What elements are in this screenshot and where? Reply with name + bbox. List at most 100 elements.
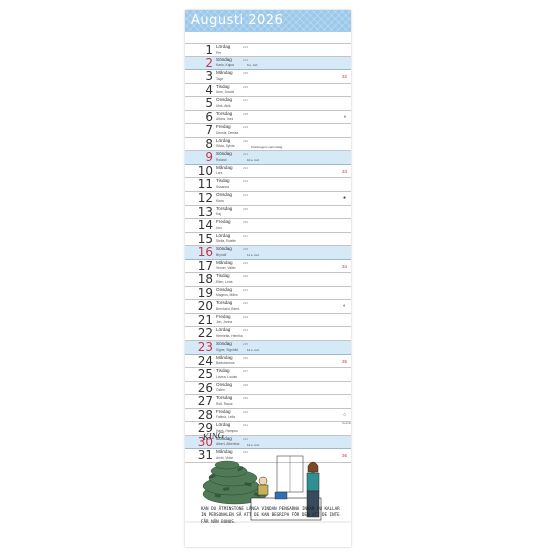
- weekday-label: Tisdag: [216, 368, 230, 374]
- day-of-year: 238: [243, 382, 249, 387]
- name-day-names: Silvia, Sylvia: [216, 144, 235, 149]
- name-day-names: Susanna: [216, 184, 230, 189]
- day-number: 27: [197, 394, 213, 409]
- week-number: 33: [341, 168, 347, 174]
- weekday-label: Fredag: [216, 313, 231, 319]
- day-number: 6: [205, 109, 213, 124]
- weekday-label: Fredag: [216, 219, 231, 225]
- weekday-label: Torsdag: [216, 205, 233, 211]
- weekday-label: Fredag: [216, 124, 231, 130]
- week-number: 34: [341, 263, 347, 269]
- name-day-names: Dennis, Denise: [216, 130, 239, 135]
- weekday-label: Fredag: [216, 408, 231, 414]
- name-day-names: Per: [216, 50, 222, 55]
- money-pile-icon: [202, 460, 268, 505]
- day-row: 3 Måndag 215 Tage 32: [185, 69, 351, 84]
- day-row: 17 Måndag 229 Verner, Valter 34: [185, 258, 351, 274]
- moon-phase-icon: ○: [342, 411, 346, 418]
- calendar-page: Augusti 2026 1 Lördag 213 Per 2 Söndag 214 Karl…: [185, 10, 351, 547]
- name-day-names: Tage: [216, 76, 224, 81]
- day-list: 1 Lördag 213 Per 2 Söndag 214 Karlo, Kajsa 9 e. …: [185, 43, 351, 463]
- day-of-year: 216: [243, 84, 249, 89]
- day-row: 8 Lördag 220 Silvia, Sylvia Kristinegens nam…: [185, 136, 351, 152]
- day-number: 19: [197, 285, 213, 300]
- day-number: 8: [205, 136, 213, 151]
- name-day-names: Fatima, Leila: [216, 415, 235, 420]
- day-row: 2 Söndag 214 Karlo, Kajsa 9 e. tref.: [185, 56, 351, 71]
- day-row: 14 Fredag 226 Uno: [185, 218, 351, 233]
- weekday-label: Tisdag: [216, 83, 230, 89]
- cartoon-illustration: KING: [185, 430, 351, 523]
- month-header: Augusti 2026: [185, 10, 351, 32]
- day-note: 10 e. tref.: [247, 158, 260, 163]
- weekday-label: Torsdag: [216, 395, 233, 401]
- day-number: 28: [197, 407, 213, 422]
- cartoon-signature: KING: [201, 430, 225, 442]
- name-day-names: Lovisa, Louise: [216, 374, 238, 379]
- day-note: 9 e. tref.: [247, 63, 259, 68]
- day-number: 7: [205, 123, 213, 138]
- day-number: 4: [205, 82, 213, 97]
- name-day-names: Lars: [216, 171, 223, 176]
- man-figure-icon: [257, 476, 269, 496]
- day-row: 18 Tisdag 230 Ellen, Lena: [185, 272, 351, 287]
- weekday-label: Söndag: [216, 341, 232, 347]
- name-day-names: Ulrik, Alrik: [216, 103, 231, 108]
- day-row: 25 Tisdag 237 Lovisa, Louise: [185, 367, 351, 382]
- weekday-label: Torsdag: [216, 300, 233, 306]
- day-of-year: 235: [243, 342, 249, 347]
- moon-phase-icon: ◑: [342, 113, 346, 120]
- day-row: 15 Lördag 227 Stella, Estelle: [185, 231, 351, 247]
- day-of-year: 229: [243, 260, 249, 265]
- day-number: 24: [197, 353, 213, 368]
- day-row: 10 Måndag 222 Lars 33: [185, 164, 351, 179]
- day-number: 16: [197, 245, 213, 260]
- weekday-label: Onsdag: [216, 192, 233, 198]
- weekday-label: Tisdag: [216, 273, 230, 279]
- name-day-names: Rolf, Raoul: [216, 401, 233, 406]
- week-number: 35: [341, 358, 347, 364]
- day-row: 4 Tisdag 216 Arne, Arnold: [185, 82, 351, 98]
- name-day-names: Bernhard, Bernt: [216, 306, 240, 311]
- day-row: 27 Torsdag 239 Rolf, Raoul: [185, 394, 351, 409]
- day-number: 13: [197, 204, 213, 219]
- day-number: 3: [205, 69, 213, 84]
- weekday-label: Lördag: [216, 44, 231, 49]
- day-of-year: 236: [243, 355, 249, 360]
- day-of-year: 230: [243, 274, 249, 279]
- weekday-label: Måndag: [216, 259, 233, 265]
- weekday-label: Lördag: [216, 327, 231, 333]
- name-day-names: Jon, Jonna: [216, 320, 233, 325]
- day-number: 22: [197, 326, 213, 341]
- day-of-year: 233: [243, 314, 249, 319]
- day-row: 28 Fredag 240 Fatima, Leila ○: [185, 407, 351, 423]
- day-of-year: 225: [243, 206, 249, 211]
- day-row: 12 Onsdag 224 Klara ●: [185, 191, 351, 206]
- day-number: 9: [205, 150, 213, 165]
- weekday-label: Torsdag: [216, 110, 233, 116]
- day-of-year: 223: [243, 179, 249, 184]
- weekday-label: Måndag: [216, 164, 233, 170]
- day-number: 17: [197, 258, 213, 273]
- name-day-names: Stella, Estelle: [216, 239, 236, 244]
- day-number: 26: [197, 380, 213, 395]
- cartoon-caption: KAN DU ÅTMINSTONE LÅNGA VINDAN PENGARNA …: [201, 506, 340, 524]
- day-note: 11 e. tref.: [247, 252, 260, 257]
- day-of-year: 215: [243, 71, 249, 76]
- day-number: 15: [197, 231, 213, 246]
- laptop-icon: [274, 491, 288, 500]
- day-row: 11 Tisdag 223 Susanna: [185, 177, 351, 193]
- day-row: 22 Lördag 234 Henrietta, Henrika: [185, 326, 351, 342]
- day-of-year: 226: [243, 220, 249, 225]
- month-title: Augusti 2026: [191, 13, 284, 28]
- day-note: 12 e. tref.: [247, 347, 260, 352]
- weekday-label: Onsdag: [216, 381, 233, 387]
- name-day-names: Roland: [216, 157, 227, 162]
- day-of-year: 224: [243, 193, 249, 198]
- day-of-year: 213: [243, 45, 249, 49]
- day-of-year: 232: [243, 301, 249, 306]
- day-number: 14: [197, 218, 213, 233]
- weekday-label: Onsdag: [216, 97, 233, 103]
- day-row: 23 Söndag 235 Signe, Signhild 12 e. tref.: [185, 340, 351, 355]
- day-of-year: 218: [243, 111, 249, 116]
